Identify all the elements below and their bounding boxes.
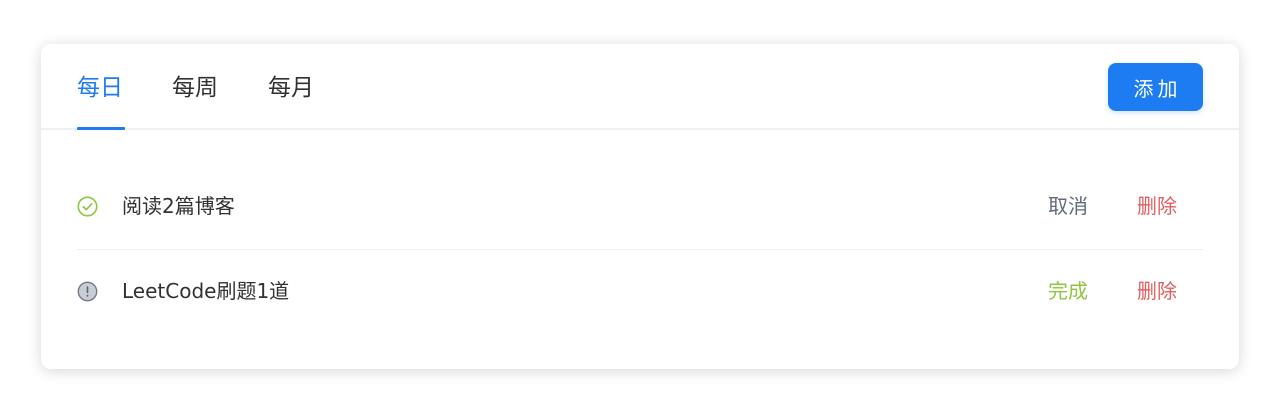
- complete-button[interactable]: 完成: [1048, 277, 1088, 305]
- delete-button[interactable]: 删除: [1137, 192, 1177, 220]
- todo-card: 每日 每周 每月 添加 阅读2篇博客 取消 删除 LeetCode刷题1道 完成…: [41, 44, 1239, 369]
- delete-button[interactable]: 删除: [1137, 277, 1177, 305]
- exclamation-circle-icon: [77, 281, 98, 302]
- task-row: 阅读2篇博客 取消 删除: [77, 165, 1203, 250]
- tab-weekly[interactable]: 每周: [172, 72, 218, 104]
- active-tab-indicator: [77, 127, 125, 130]
- task-row: LeetCode刷题1道 完成 删除: [77, 250, 1203, 334]
- tab-monthly[interactable]: 每月: [268, 72, 314, 104]
- cancel-button[interactable]: 取消: [1048, 192, 1088, 220]
- add-button[interactable]: 添加: [1108, 63, 1203, 111]
- task-text: 阅读2篇博客: [122, 194, 235, 218]
- tab-daily[interactable]: 每日: [77, 72, 123, 104]
- tabs-bar: 每日 每周 每月 添加: [41, 44, 1239, 130]
- task-text: LeetCode刷题1道: [122, 279, 290, 303]
- check-circle-icon: [77, 196, 98, 217]
